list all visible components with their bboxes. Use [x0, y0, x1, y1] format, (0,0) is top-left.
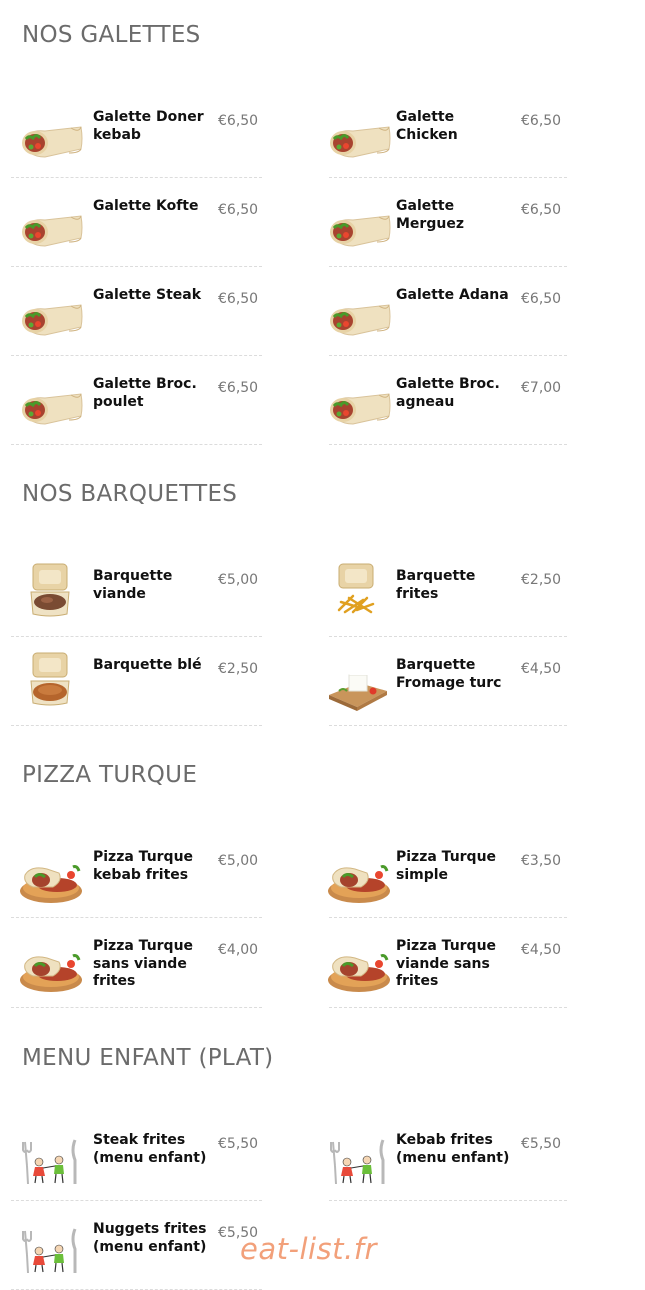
item-name: Kebab frites (menu enfant)	[396, 1132, 510, 1166]
item-name: Barquette blé	[93, 657, 202, 673]
item-name: Pizza Turque kebab frites	[93, 849, 194, 883]
item-price: €6,50	[521, 291, 562, 307]
cheese-board-icon	[329, 671, 387, 711]
item-price: €3,50	[521, 853, 562, 869]
item-name: Pizza Turque simple	[396, 849, 497, 883]
menu-item-kebab-frites-enfant[interactable]: Kebab frites (menu enfant) €5,50	[329, 1111, 567, 1201]
item-price: €4,00	[218, 942, 259, 958]
kids-menu-icon	[19, 1136, 83, 1188]
section-title-pizza-turque: PIZZA TURQUE	[22, 762, 198, 788]
menu-item-barquette-fromage-turc[interactable]: Barquette Fromage turc €4,50	[329, 636, 567, 726]
section-title-barquettes: NOS BARQUETTES	[22, 481, 238, 507]
menu-item-galette-merguez[interactable]: Galette Merguez €6,50	[329, 177, 567, 267]
item-price: €6,50	[218, 113, 259, 129]
fries-box-icon	[337, 563, 375, 614]
bulgur-box-icon	[30, 652, 70, 706]
wrap-icon	[19, 113, 83, 165]
item-name: Galette Kofte	[93, 198, 199, 214]
item-name: Galette Merguez	[396, 198, 464, 232]
wrap-icon	[19, 291, 83, 343]
menu-item-pizza-turque-simple[interactable]: Pizza Turque simple €3,50	[329, 828, 567, 918]
item-name: Galette Steak	[93, 287, 202, 303]
menu-item-pizza-turque-sans-viande-frites[interactable]: Pizza Turque sans viande frites €4,00	[11, 917, 262, 1008]
pizza-plate-icon	[327, 853, 391, 905]
item-price: €6,50	[521, 202, 562, 218]
item-name: Steak frites (menu enfant)	[93, 1132, 207, 1166]
item-price: €6,50	[521, 113, 562, 129]
item-price: €2,50	[521, 572, 562, 588]
section-title-menu-enfant: MENU ENFANT (PLAT)	[22, 1045, 274, 1071]
menu-item-galette-steak[interactable]: Galette Steak €6,50	[11, 266, 262, 356]
menu-item-galette-adana[interactable]: Galette Adana €6,50	[329, 266, 567, 356]
watermark: eat-list.fr	[240, 1232, 377, 1266]
item-price: €5,00	[218, 853, 259, 869]
item-name: Galette Chicken	[396, 109, 458, 143]
item-price: €5,50	[218, 1136, 259, 1152]
item-price: €6,50	[218, 202, 259, 218]
item-name: Galette Adana	[396, 287, 509, 303]
item-name: Galette Broc. agneau	[396, 376, 500, 410]
item-price: €6,50	[218, 380, 259, 396]
wrap-icon	[327, 380, 391, 432]
menu-item-galette-broc-poulet[interactable]: Galette Broc. poulet €6,50	[11, 355, 262, 445]
menu-item-galette-doner-kebab[interactable]: Galette Doner kebab €6,50	[11, 88, 262, 178]
item-name: Barquette viande	[93, 568, 173, 602]
wrap-icon	[327, 113, 391, 165]
menu-item-barquette-viande[interactable]: Barquette viande €5,00	[11, 547, 262, 637]
item-name: Barquette frites	[396, 568, 476, 602]
menu-item-galette-broc-agneau[interactable]: Galette Broc. agneau €7,00	[329, 355, 567, 445]
pizza-plate-icon	[19, 942, 83, 994]
item-name: Nuggets frites (menu enfant)	[93, 1221, 207, 1255]
item-name: Galette Broc. poulet	[93, 376, 197, 410]
item-name: Barquette Fromage turc	[396, 657, 502, 691]
item-price: €4,50	[521, 661, 562, 677]
menu-item-barquette-ble[interactable]: Barquette blé €2,50	[11, 636, 262, 726]
menu-item-nuggets-frites-enfant[interactable]: Nuggets frites (menu enfant) €5,50	[11, 1200, 262, 1290]
menu-item-steak-frites-enfant[interactable]: Steak frites (menu enfant) €5,50	[11, 1111, 262, 1201]
wrap-icon	[327, 202, 391, 254]
menu-item-barquette-frites[interactable]: Barquette frites €2,50	[329, 547, 567, 637]
meat-box-icon	[30, 563, 70, 617]
menu-item-galette-chicken[interactable]: Galette Chicken €6,50	[329, 88, 567, 178]
pizza-plate-icon	[327, 942, 391, 994]
item-price: €7,00	[521, 380, 562, 396]
pizza-plate-icon	[19, 853, 83, 905]
item-price: €2,50	[218, 661, 259, 677]
section-title-galettes: NOS GALETTES	[22, 22, 201, 48]
item-price: €6,50	[218, 291, 259, 307]
kids-menu-icon	[327, 1136, 391, 1188]
menu-item-galette-kofte[interactable]: Galette Kofte €6,50	[11, 177, 262, 267]
item-price: €4,50	[521, 942, 562, 958]
wrap-icon	[19, 380, 83, 432]
menu-item-pizza-turque-viande-sans-frites[interactable]: Pizza Turque viande sans frites €4,50	[329, 917, 567, 1008]
item-name: Pizza Turque viande sans frites	[396, 938, 497, 989]
item-price: €5,00	[218, 572, 259, 588]
kids-menu-icon	[19, 1225, 83, 1277]
item-price: €5,50	[521, 1136, 562, 1152]
item-name: Pizza Turque sans viande frites	[93, 938, 194, 989]
wrap-icon	[327, 291, 391, 343]
item-name: Galette Doner kebab	[93, 109, 204, 143]
wrap-icon	[19, 202, 83, 254]
menu-item-pizza-turque-kebab-frites[interactable]: Pizza Turque kebab frites €5,00	[11, 828, 262, 918]
